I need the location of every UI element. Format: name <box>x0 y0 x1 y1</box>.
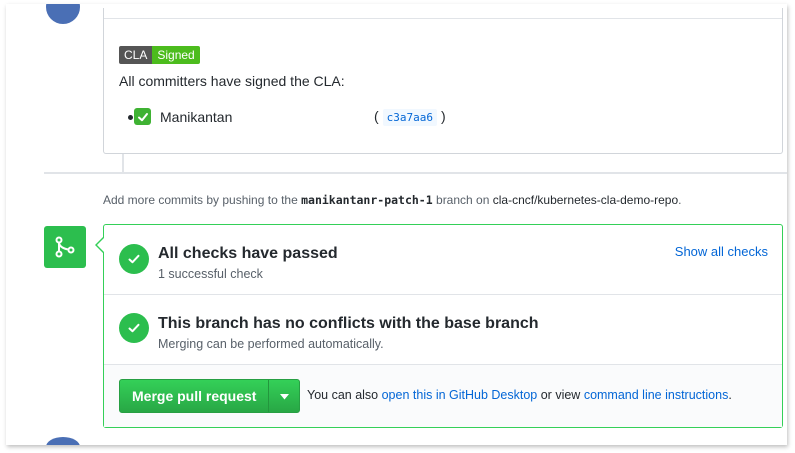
command-line-instructions-link[interactable]: command line instructions <box>584 388 729 402</box>
cla-message: All committers have signed the CLA: <box>119 73 345 89</box>
timeline-connector <box>122 154 124 172</box>
avatar[interactable] <box>46 4 80 24</box>
check-icon <box>119 244 149 274</box>
white-check-mark-icon <box>134 108 151 125</box>
alt-middle: or view <box>540 388 581 402</box>
show-all-checks-link[interactable]: Show all checks <box>675 244 768 259</box>
git-merge-icon <box>44 226 86 268</box>
committer-list-item: Manikantan (c3a7aa6) <box>128 108 446 126</box>
caret-down-icon <box>279 387 289 405</box>
conflicts-title: This branch has no conflicts with the ba… <box>158 315 539 332</box>
checks-subtitle: 1 successful check <box>158 267 263 281</box>
merge-method-dropdown-button[interactable] <box>268 380 299 412</box>
cla-comment-card: CLA Signed All committers have signed th… <box>103 8 783 154</box>
check-icon <box>119 313 149 343</box>
list-bullet <box>128 115 133 120</box>
avatar[interactable] <box>46 437 80 445</box>
checks-title: All checks have passed <box>158 245 338 262</box>
cla-badge-label: CLA <box>119 46 153 64</box>
commit-reference: (c3a7aa6) <box>374 108 446 126</box>
merge-action-section: Merge pull request You can also open thi… <box>104 365 782 427</box>
cla-badge-status: Signed <box>152 46 200 64</box>
merge-box: All checks have passed 1 successful chec… <box>95 224 783 428</box>
merge-pull-request-button[interactable]: Merge pull request <box>120 380 268 412</box>
conflicts-section: This branch has no conflicts with the ba… <box>104 295 782 365</box>
checks-section: All checks have passed 1 successful chec… <box>104 225 782 295</box>
open-in-desktop-link[interactable]: open this in GitHub Desktop <box>382 388 538 402</box>
push-hint: Add more commits by pushing to the manik… <box>103 193 682 207</box>
push-hint-middle: branch on <box>436 193 490 207</box>
commit-sha-link[interactable]: c3a7aa6 <box>382 109 438 126</box>
paren-open: ( <box>374 108 379 124</box>
push-hint-suffix: . <box>678 193 682 207</box>
comment-divider <box>104 18 782 19</box>
cla-status-badge: CLA Signed <box>119 46 200 64</box>
timeline-divider <box>44 172 787 174</box>
merge-button-group: Merge pull request <box>119 379 301 413</box>
push-hint-prefix: Add more commits by pushing to the <box>103 193 298 207</box>
alt-prefix: You can also <box>307 388 379 402</box>
pr-conversation: CLA Signed All committers have signed th… <box>6 4 787 445</box>
committer-name: Manikantan <box>160 108 233 125</box>
paren-close: ) <box>441 108 446 124</box>
conflicts-subtitle: Merging can be performed automatically. <box>158 337 384 351</box>
merge-alternatives: You can also open this in GitHub Desktop… <box>307 388 732 402</box>
repo-name: cla-cncf/kubernetes-cla-demo-repo <box>492 193 679 207</box>
alt-suffix: . <box>728 388 732 402</box>
branch-name: manikantanr-patch-1 <box>301 193 433 207</box>
